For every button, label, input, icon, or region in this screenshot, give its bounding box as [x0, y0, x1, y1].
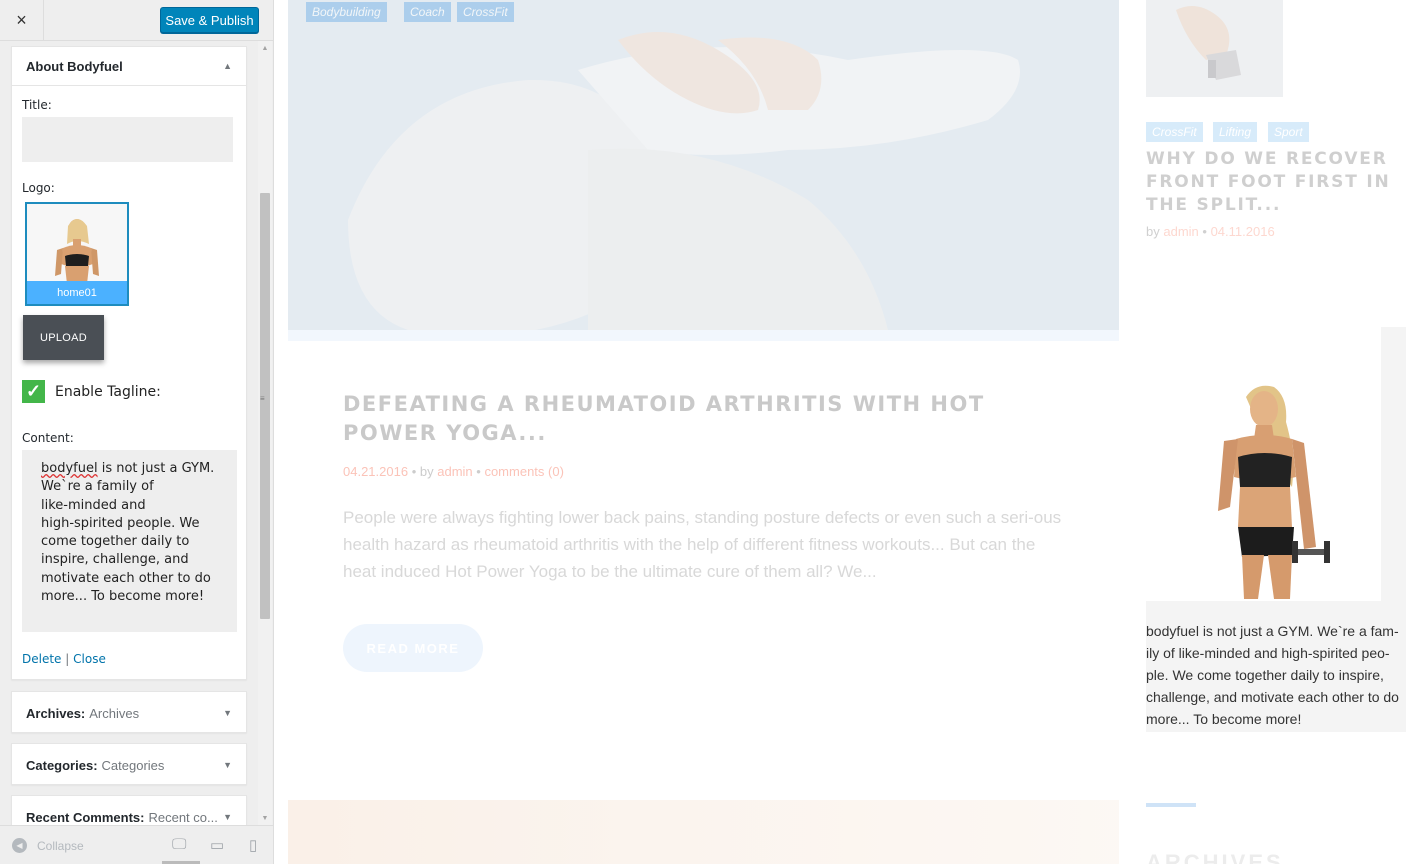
about-widget-preview: bodyfuel is not just a GYM. We`re a fam-…: [1146, 327, 1406, 732]
widget-list: About Bodyfuel ▲ Title: Logo: home01 UPL…: [0, 41, 273, 825]
checkmark-icon: ✓: [25, 381, 42, 401]
mobile-icon[interactable]: ▯: [249, 836, 257, 854]
widget-name: Recent Comments:: [26, 809, 145, 825]
scroll-grip-icon: ≡: [260, 394, 265, 403]
scroll-down-icon[interactable]: ▼: [258, 811, 272, 825]
customizer-header: × Save & Publish: [0, 0, 273, 41]
logo-thumbnail[interactable]: home01: [25, 202, 129, 306]
side-post-title[interactable]: WHY DO WE RECOVER FRONT FOOT FIRST IN TH…: [1146, 148, 1411, 217]
save-publish-button[interactable]: Save & Publish: [160, 7, 259, 33]
post-featured-image[interactable]: Bodybuilding Coach CrossFit: [288, 0, 1119, 341]
sidebar-scrollbar[interactable]: ▲ ≡ ▼: [258, 41, 272, 825]
post-by: by: [419, 464, 434, 479]
customizer-screen: × Save & Publish About Bodyfuel ▲ Title:…: [0, 0, 1419, 864]
widget-name: Categories:: [26, 757, 98, 773]
side-post-tag[interactable]: Sport: [1268, 122, 1309, 142]
collapse-icon: ◀: [12, 838, 27, 853]
post-meta: 04.21.2016 • by admin • comments (0): [343, 464, 564, 479]
misspelled-word: bodyfuel: [41, 461, 98, 476]
side-post-tag[interactable]: CrossFit: [1146, 122, 1203, 142]
content-textarea[interactable]: bodyfuel is not just a GYM. We`re a fami…: [22, 450, 237, 632]
post-comments[interactable]: comments (0): [484, 464, 563, 479]
logo-label: Logo:: [22, 181, 55, 195]
widget-header[interactable]: Archives: Archives ▼: [12, 692, 246, 734]
scroll-up-icon[interactable]: ▲: [258, 41, 272, 55]
widget-name: Archives:: [26, 705, 86, 721]
next-post-image[interactable]: [288, 800, 1119, 864]
link-separator: |: [65, 652, 70, 666]
collapse-button[interactable]: ◀ Collapse: [12, 838, 84, 853]
title-input[interactable]: [22, 117, 233, 162]
content-label: Content:: [22, 431, 74, 445]
widget-subtitle: Archives: [89, 705, 140, 721]
widget-categories[interactable]: Categories: Categories ▼: [11, 743, 247, 785]
expand-arrow-icon[interactable]: ▼: [223, 760, 232, 770]
title-label: Title:: [22, 98, 52, 112]
widget-subtitle: Categories: [101, 757, 165, 773]
widget-about-bodyfuel: About Bodyfuel ▲ Title: Logo: home01 UPL…: [11, 46, 247, 680]
side-post-tag[interactable]: Lifting: [1213, 122, 1258, 142]
customizer-footer: ◀ Collapse 🖵 ▭ ▯: [0, 825, 273, 864]
post-title[interactable]: DEFEATING A RHEUMATOID ARTHRITIS WITH HO…: [343, 390, 1063, 448]
side-post-thumbnail[interactable]: [1146, 0, 1283, 97]
widget-archives[interactable]: Archives: Archives ▼: [11, 691, 247, 733]
tagline-checkbox[interactable]: ✓: [22, 380, 45, 403]
widget-actions: Delete | Close: [22, 652, 106, 666]
collapse-label: Collapse: [37, 838, 84, 853]
widget-header[interactable]: Recent Comments: Recent co... ▼: [12, 796, 246, 825]
scroll-thumb[interactable]: [260, 193, 270, 619]
tagline-label: Enable Tagline:: [55, 384, 161, 400]
close-customizer-button[interactable]: ×: [0, 0, 44, 41]
expand-arrow-icon[interactable]: ▼: [223, 812, 232, 822]
logo-filename: home01: [27, 281, 127, 304]
side-post-author[interactable]: admin: [1163, 224, 1198, 239]
tablet-icon[interactable]: ▭: [210, 836, 224, 854]
fitness-woman-photo: [1146, 327, 1381, 601]
archives-heading: ARCHIVES: [1146, 850, 1284, 864]
customizer-sidebar: × Save & Publish About Bodyfuel ▲ Title:…: [0, 0, 274, 864]
side-post-by: by: [1146, 224, 1160, 239]
read-more-button[interactable]: READ MORE: [343, 624, 483, 672]
collapse-arrow-icon[interactable]: ▲: [223, 61, 232, 71]
widget-subtitle: Recent co...: [148, 809, 218, 825]
post-tag[interactable]: CrossFit: [457, 2, 514, 22]
archives-accent-line: [1146, 803, 1196, 807]
widget-header[interactable]: About Bodyfuel ▲: [12, 47, 246, 86]
content-text: is not just a GYM. We`re a family of lik…: [41, 461, 215, 605]
post-date[interactable]: 04.21.2016: [343, 464, 408, 479]
side-post-meta: by admin • 04.11.2016: [1146, 224, 1275, 239]
side-post-date[interactable]: 04.11.2016: [1211, 224, 1275, 239]
close-icon: ×: [16, 10, 27, 30]
about-text: bodyfuel is not just a GYM. We`re a fam-…: [1146, 623, 1399, 727]
close-widget-link[interactable]: Close: [73, 652, 106, 666]
about-logo-image: [1146, 327, 1381, 601]
post-tag[interactable]: Bodybuilding: [306, 2, 387, 22]
sprinter-photo: [1146, 0, 1283, 97]
yoga-photo: [288, 0, 1119, 341]
post-author[interactable]: admin: [437, 464, 472, 479]
post-excerpt: People were always fighting lower back p…: [343, 508, 1062, 581]
delete-link[interactable]: Delete: [22, 652, 61, 666]
site-preview: Bodybuilding Coach CrossFit DEFEATING A …: [274, 0, 1419, 864]
widget-recent-comments[interactable]: Recent Comments: Recent co... ▼: [11, 795, 247, 825]
expand-arrow-icon[interactable]: ▼: [223, 708, 232, 718]
post-tag[interactable]: Coach: [404, 2, 451, 22]
upload-button[interactable]: UPLOAD: [23, 315, 104, 360]
widget-title: About Bodyfuel: [26, 58, 123, 74]
desktop-icon[interactable]: 🖵: [172, 836, 186, 853]
widget-header[interactable]: Categories: Categories ▼: [12, 744, 246, 786]
